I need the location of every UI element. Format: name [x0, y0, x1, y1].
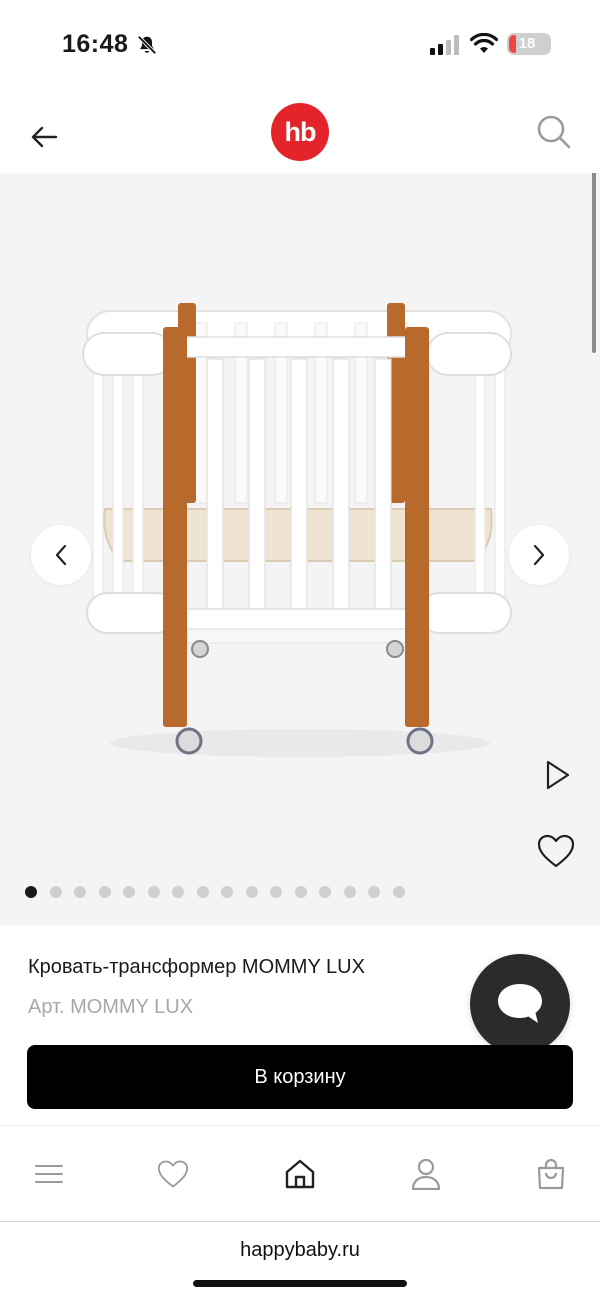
logo-text: hb [284, 116, 317, 147]
gallery-pagination[interactable] [25, 886, 405, 898]
play-icon[interactable] [540, 758, 574, 792]
product-sku: Арт. MOMMY LUX [28, 996, 194, 1018]
home-indicator[interactable] [193, 1280, 407, 1287]
gallery-dot[interactable] [392, 886, 405, 898]
nav-favorites[interactable] [155, 1156, 191, 1192]
logo[interactable]: hb [271, 103, 329, 161]
status-time: 16:48 [62, 30, 129, 58]
gallery-dot[interactable] [319, 886, 331, 898]
gallery-dot[interactable] [343, 886, 356, 898]
gallery-dot[interactable] [147, 886, 160, 898]
heart-icon [157, 1160, 189, 1188]
product-image [82, 303, 512, 757]
chevron-left-icon [55, 544, 67, 566]
status-bar: 16:48 18 [0, 0, 600, 90]
gallery-dot[interactable] [98, 886, 111, 898]
product-title: Кровать-трансформер MOMMY LUX [28, 956, 365, 978]
nav-home[interactable] [282, 1156, 318, 1192]
bell-off-icon [137, 35, 157, 55]
gallery-dot[interactable] [49, 886, 62, 898]
add-to-cart-button[interactable]: В корзину [27, 1045, 573, 1109]
gallery-dot[interactable] [196, 886, 209, 898]
gallery-dot[interactable] [221, 886, 233, 898]
menu-icon [35, 1165, 63, 1183]
gallery-dot[interactable] [172, 886, 184, 898]
chat-button[interactable] [470, 954, 570, 1054]
product-gallery[interactable] [0, 173, 600, 925]
battery-percent: 18 [518, 35, 536, 52]
nav-profile[interactable] [408, 1156, 444, 1192]
scrollbar-thumb[interactable] [592, 173, 596, 353]
browser-url-bar[interactable]: happybaby.ru [0, 1221, 600, 1300]
chat-bubble-icon [498, 984, 542, 1023]
chevron-right-icon [533, 544, 545, 566]
url-text[interactable]: happybaby.ru [0, 1239, 600, 1262]
nav-cart[interactable] [533, 1156, 569, 1192]
home-icon [285, 1159, 315, 1189]
arrow-left-icon [31, 126, 58, 148]
gallery-dot[interactable] [294, 886, 307, 898]
gallery-dot[interactable] [270, 886, 282, 898]
gallery-dot[interactable] [123, 886, 135, 898]
wifi-icon [470, 33, 498, 53]
gallery-dot[interactable] [74, 886, 86, 898]
bag-icon [537, 1158, 565, 1190]
battery-icon: 18 [507, 33, 551, 55]
gallery-dot[interactable] [25, 886, 37, 898]
back-button[interactable] [26, 119, 62, 155]
battery-nub [546, 40, 550, 48]
gallery-dot[interactable] [368, 886, 380, 898]
signal-icon [430, 35, 459, 55]
heart-icon[interactable] [536, 833, 576, 869]
nav-menu[interactable] [31, 1156, 67, 1192]
bottom-navigation [0, 1125, 600, 1221]
gallery-next-button[interactable] [509, 525, 569, 585]
user-icon [411, 1158, 441, 1190]
gallery-prev-button[interactable] [31, 525, 91, 585]
search-icon[interactable] [535, 113, 573, 151]
site-header: hb [0, 95, 600, 173]
gallery-dot[interactable] [245, 886, 258, 898]
